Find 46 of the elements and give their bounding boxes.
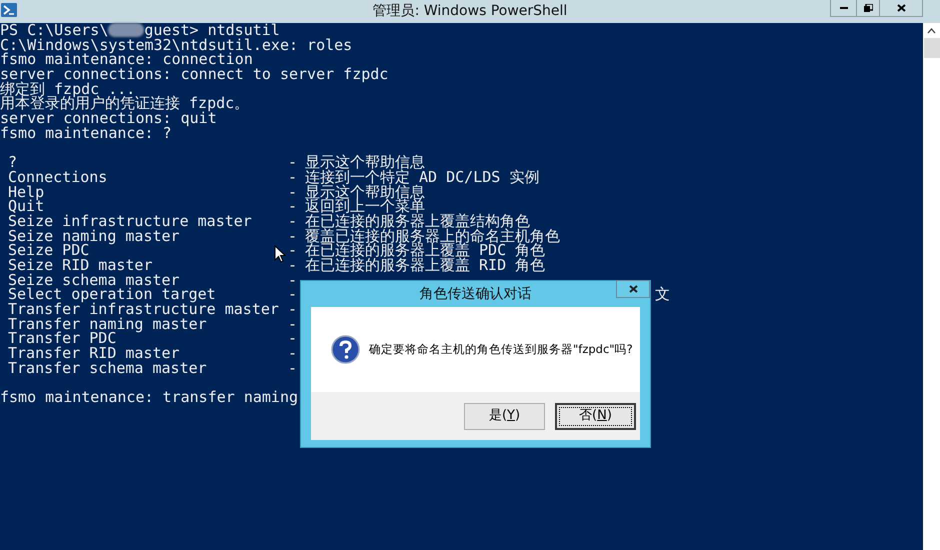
- restore-icon: [864, 4, 872, 12]
- dash: -: [288, 302, 298, 317]
- dialog-title: 角色传送确认对话: [420, 284, 532, 304]
- dialog-button[interactable]: 是(Y): [464, 402, 545, 430]
- command-description: 连接到一个特定 AD DC/LDS 实例: [305, 170, 540, 185]
- question-icon: [331, 335, 360, 364]
- dash: -: [288, 272, 298, 288]
- command-description: 返回到上一个菜单: [305, 199, 425, 214]
- dash: -: [288, 199, 298, 214]
- dash: -: [288, 155, 298, 170]
- close-icon: [628, 285, 638, 293]
- scrollbar[interactable]: [923, 23, 940, 550]
- redaction-blur: [108, 23, 144, 37]
- command-description: 在已连接的服务器上覆盖结构角色: [305, 214, 530, 229]
- dash: -: [288, 287, 298, 302]
- console-line: PS C:\Users\: [0, 23, 108, 38]
- command-description: 在已连接的服务器上覆盖 RID 角色: [305, 258, 546, 273]
- dash: -: [288, 346, 298, 361]
- command-description: 显示这个帮助信息: [305, 155, 425, 170]
- console-line: fsmo maintenance: transfer naming: [0, 388, 298, 406]
- restore-button[interactable]: [857, 0, 880, 17]
- close-icon: [896, 4, 906, 12]
- dash: -: [288, 184, 298, 200]
- window-title: 管理员: Windows PowerShell: [372, 2, 568, 21]
- scroll-thumb[interactable]: [924, 38, 940, 58]
- mouse-cursor-icon: [274, 245, 286, 263]
- powershell-icon: [1, 3, 17, 17]
- command-description: 在已连接的服务器上覆盖 PDC 角色: [305, 243, 546, 258]
- dash: -: [288, 258, 298, 273]
- scroll-up-icon[interactable]: [927, 28, 936, 34]
- dash: -: [288, 214, 298, 229]
- dash: -: [288, 170, 298, 185]
- minimize-button[interactable]: [830, 0, 857, 17]
- dash: -: [288, 316, 298, 332]
- close-button[interactable]: [880, 0, 923, 17]
- command-description: 显示这个帮助信息: [305, 184, 425, 200]
- dialog-message: 确定要将命名主机的角色传送到服务器"fzpdc"吗?: [369, 340, 633, 358]
- dash: -: [288, 331, 298, 346]
- dash: -: [288, 243, 298, 258]
- dash: -: [288, 360, 298, 376]
- command-description: 覆盖已连接的服务器上的命名主机角色: [305, 228, 560, 244]
- console-line: guest> ntdsutil: [144, 23, 280, 38]
- command-description: 文: [655, 287, 670, 302]
- dialog-button[interactable]: 否(N): [555, 402, 636, 430]
- dash: -: [288, 228, 298, 244]
- close-button[interactable]: [616, 280, 650, 298]
